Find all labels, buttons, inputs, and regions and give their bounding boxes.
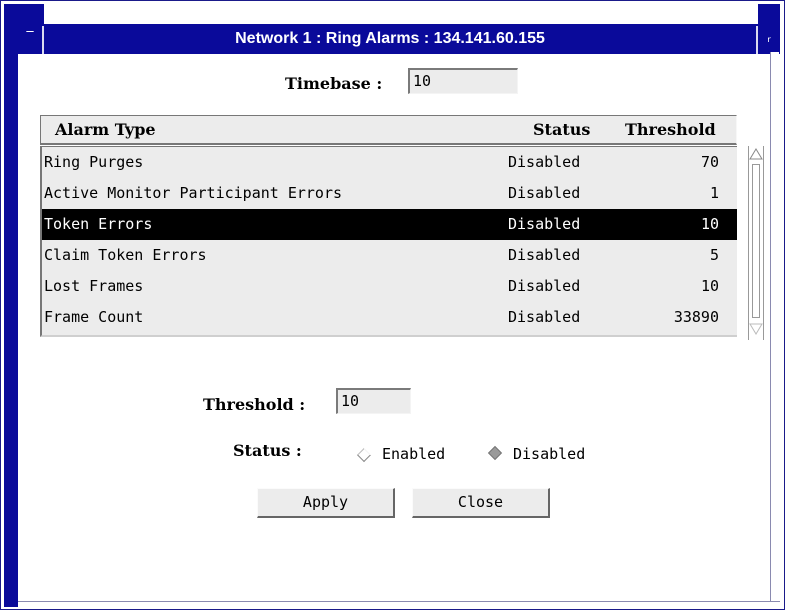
column-header-threshold[interactable]: Threshold xyxy=(625,120,716,139)
alarm-type-cell: Active Monitor Participant Errors xyxy=(44,184,343,202)
status-enabled-label: Enabled xyxy=(382,445,446,463)
status-cell: Disabled xyxy=(508,277,581,295)
alarm-type-cell: Ring Purges xyxy=(44,153,144,171)
table-row[interactable]: Lost Frames Disabled 10 xyxy=(42,271,737,302)
frame-left-edge[interactable] xyxy=(4,52,18,602)
radio-unchecked-icon xyxy=(356,447,372,463)
alarm-type-cell: Frame Count xyxy=(44,308,144,326)
frame-corner-bottom-left[interactable] xyxy=(4,590,18,607)
timebase-label: Timebase : xyxy=(285,74,383,93)
radio-checked-icon xyxy=(487,445,503,461)
status-label: Status : xyxy=(233,441,302,460)
window-title: Network 1 : Ring Alarms : 134.141.60.155 xyxy=(235,30,545,47)
status-cell: Disabled xyxy=(508,215,581,233)
apply-button[interactable]: Apply xyxy=(257,488,395,518)
threshold-label: Threshold : xyxy=(203,395,306,414)
status-enabled-radio[interactable]: Enabled xyxy=(356,444,468,466)
frame-corner-top-left[interactable] xyxy=(4,4,44,26)
status-cell: Disabled xyxy=(508,246,581,264)
threshold-cell: 70 xyxy=(700,153,719,171)
column-header-alarm-type[interactable]: Alarm Type xyxy=(55,120,156,139)
scroll-down-arrow-icon[interactable] xyxy=(749,323,763,335)
threshold-input[interactable]: 10 xyxy=(336,388,411,414)
scroll-up-arrow-icon[interactable] xyxy=(749,148,763,160)
table-row[interactable]: Claim Token Errors Disabled 5 xyxy=(42,240,737,271)
status-cell: Disabled xyxy=(508,184,581,202)
table-row[interactable]: Ring Purges Disabled 70 xyxy=(42,147,737,178)
alarm-table-header: Alarm Type Status Threshold xyxy=(40,115,737,145)
ring-alarms-window: ‾ Network 1 : Ring Alarms : 134.141.60.1… xyxy=(0,0,785,610)
title-divider-right xyxy=(756,26,758,54)
status-disabled-label: Disabled xyxy=(513,445,586,463)
window-menu-icon[interactable]: ‾ xyxy=(20,28,40,50)
status-cell: Disabled xyxy=(508,308,581,326)
alarm-table[interactable]: Ring Purges Disabled 70 Active Monitor P… xyxy=(40,146,737,337)
threshold-cell: 33890 xyxy=(673,308,719,326)
timebase-input[interactable]: 10 xyxy=(408,68,518,94)
threshold-cell: 10 xyxy=(700,277,719,295)
status-cell: Disabled xyxy=(508,153,581,171)
threshold-cell: 1 xyxy=(709,184,719,202)
threshold-cell: 10 xyxy=(700,215,719,233)
status-disabled-radio[interactable]: Disabled xyxy=(487,444,609,466)
table-row[interactable]: Frame Count Disabled 33890 xyxy=(42,302,737,333)
threshold-cell: 5 xyxy=(709,246,719,264)
maximize-icon[interactable]: ᵣ xyxy=(759,28,779,50)
table-row-selected[interactable]: Token Errors Disabled 10 xyxy=(42,209,737,240)
frame-corner-top-right[interactable] xyxy=(758,4,780,26)
alarm-type-cell: Token Errors xyxy=(44,215,153,233)
alarm-type-cell: Lost Frames xyxy=(44,277,144,295)
frame-bottom-edge[interactable] xyxy=(4,601,780,608)
column-header-status[interactable]: Status xyxy=(533,120,590,139)
close-button[interactable]: Close xyxy=(412,488,550,518)
table-row[interactable]: Active Monitor Participant Errors Disabl… xyxy=(42,178,737,209)
scroll-thumb[interactable] xyxy=(752,164,760,318)
frame-right-edge[interactable] xyxy=(770,52,779,602)
alarm-type-cell: Claim Token Errors xyxy=(44,246,207,264)
